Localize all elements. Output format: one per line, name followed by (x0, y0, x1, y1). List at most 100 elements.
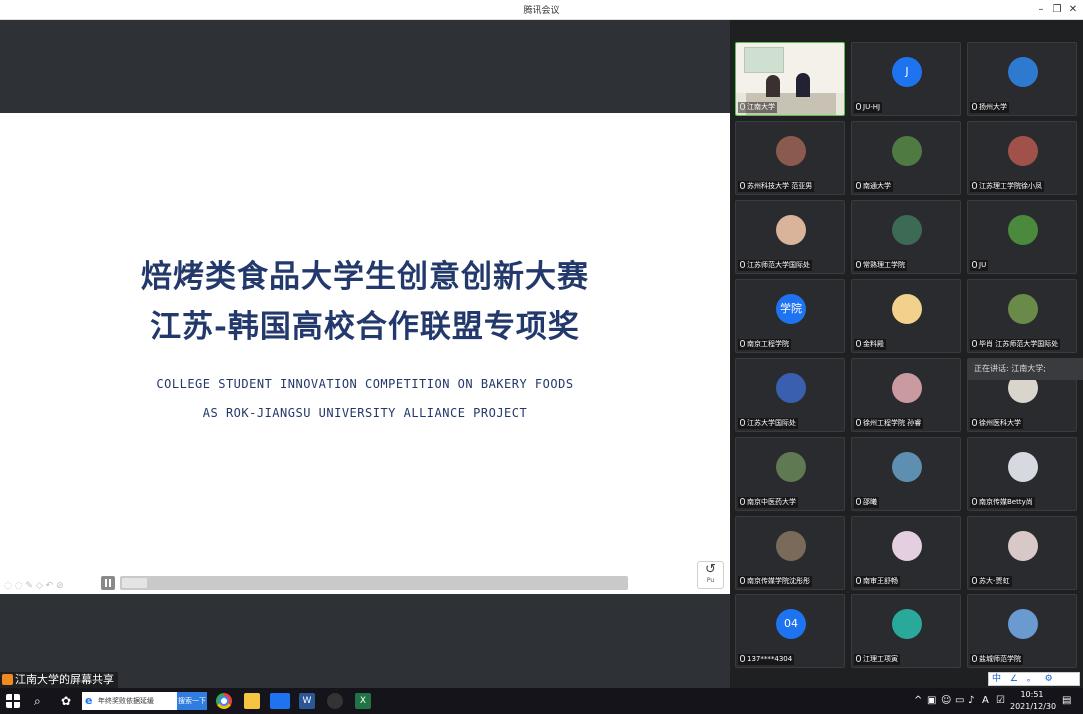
participant-name: 南京中医药大学 (738, 497, 798, 508)
participant-name: 苏州科技大学 范亚男 (738, 181, 815, 192)
participant-name: 金料殿 (854, 339, 886, 350)
participant-tile[interactable]: 南京传媒学院沈彤彤 (735, 516, 845, 590)
participant-tile[interactable]: 江理工项寅 (851, 594, 961, 668)
assistant-icon[interactable]: ✿ (61, 693, 77, 709)
participant-tile[interactable]: 04 137****4304 (735, 594, 845, 668)
action-flag-icon[interactable]: ☑ (996, 695, 1005, 706)
participant-avatar (1008, 136, 1038, 166)
participant-name-text: 南京工程学院 (747, 340, 789, 348)
participant-tile[interactable]: 南京传媒Betty尚 (967, 437, 1077, 511)
microphone-icon (740, 340, 745, 347)
start-icon[interactable] (6, 694, 20, 708)
file-explorer-icon[interactable] (244, 693, 260, 709)
participant-name-text: 江苏理工学院徐小凤 (979, 182, 1042, 190)
participant-tile[interactable]: J JU-HJ (851, 42, 961, 116)
annotation-toolbar-icon[interactable]: ◌ ◌ ✎ ◇ ↶ ⊘ (4, 581, 64, 591)
search-button[interactable]: 搜索一下 (177, 692, 207, 710)
participant-avatar (776, 215, 806, 245)
participant-avatar (892, 452, 922, 482)
microphone-icon (740, 182, 745, 189)
slide-title-line2: 江苏-韩国高校合作联盟专项奖 (150, 309, 580, 345)
participant-name: 江苏大学国际处 (738, 418, 798, 429)
notification-icon[interactable]: ▤ (1062, 695, 1071, 706)
slide-progress-bar[interactable] (120, 576, 628, 590)
slide-title-line1: 焙烤类食品大学生创意创新大赛 (141, 259, 589, 295)
slide-subtitle-line2: AS ROK-JIANGSU UNIVERSITY ALLIANCE PROJE… (202, 406, 528, 420)
shared-slide: 焙烤类食品大学生创意创新大赛 江苏-韩国高校合作联盟专项奖 COLLEGE ST… (0, 113, 730, 594)
participant-tile[interactable]: 南审王舒畅 (851, 516, 961, 590)
search-icon[interactable]: ⌕ (34, 693, 50, 709)
participant-name-text: 苏州科技大学 范亚男 (747, 182, 813, 190)
close-icon[interactable]: ✕ (1065, 2, 1081, 18)
network-icon[interactable]: ▭ (955, 695, 964, 706)
participant-avatar (1008, 57, 1038, 87)
ime-indicator[interactable]: A (982, 695, 989, 706)
participant-avatar: 04 (776, 609, 806, 639)
participant-tile[interactable]: 江苏大学国际处 (735, 358, 845, 432)
participant-name-text: 江理工项寅 (863, 655, 898, 663)
show-hidden-icons-icon[interactable]: ^ (914, 695, 922, 706)
tray-user-icon[interactable]: ☺ (941, 695, 951, 706)
participant-name-text: 南审王舒畅 (863, 577, 898, 585)
word-icon[interactable]: W (299, 693, 315, 709)
microphone-icon (972, 577, 977, 584)
participant-name: 盐城师范学院 (970, 654, 1023, 665)
participant-name-text: 苏大-贾虹 (979, 577, 1010, 585)
participant-tile[interactable]: 南京中医药大学 (735, 437, 845, 511)
tencent-meeting-icon[interactable] (270, 693, 290, 709)
microphone-icon (856, 261, 861, 268)
taskbar-clock[interactable]: 10:51 2021/12/30 (1010, 689, 1056, 713)
share-label-text: 江南大学的屏幕共享 (15, 673, 114, 686)
participant-avatar (892, 136, 922, 166)
participant-tile[interactable]: 毕肖 江苏师范大学国际处 (967, 279, 1077, 353)
microphone-icon (972, 655, 977, 662)
participant-avatar (1008, 452, 1038, 482)
participant-avatar (892, 609, 922, 639)
excel-icon[interactable]: X (355, 693, 371, 709)
participant-name-text: 南京传媒Betty尚 (979, 498, 1033, 506)
restore-icon[interactable]: ❐ (1049, 2, 1065, 18)
participant-tile[interactable]: 盐城师范学院 (967, 594, 1077, 668)
participant-tile[interactable]: 江苏师范大学国际处 (735, 200, 845, 274)
participant-tile[interactable]: 苏大-贾虹 (967, 516, 1077, 590)
return-button[interactable]: ↺ Pu (697, 561, 724, 589)
participant-tile[interactable]: JU (967, 200, 1077, 274)
participant-tile[interactable]: 南通大学 (851, 121, 961, 195)
screen-share-label: 江南大学的屏幕共享 (0, 672, 118, 688)
participant-name: 南京传媒学院沈彤彤 (738, 576, 812, 587)
minimize-icon[interactable]: – (1033, 2, 1049, 18)
participant-tile[interactable]: 江苏理工学院徐小凤 (967, 121, 1077, 195)
participant-name: 江苏师范大学国际处 (738, 260, 812, 271)
ime-toolbar[interactable]: 中 ∠ 。 ⚙ (988, 672, 1080, 686)
participant-name: 扬州大学 (970, 102, 1009, 113)
microphone-icon (856, 419, 861, 426)
ie-icon: e (85, 694, 93, 707)
microphone-icon (856, 498, 861, 505)
microphone-icon (856, 340, 861, 347)
tray-app-icon[interactable]: ▣ (927, 695, 936, 706)
participant-name: JU-HJ (854, 102, 883, 113)
participant-tile[interactable]: 常熟理工学院 (851, 200, 961, 274)
participant-name: 137****4304 (738, 654, 795, 665)
chrome-icon[interactable] (216, 693, 232, 709)
participant-name-text: 徐州工程学院 孙睿 (863, 419, 922, 427)
participant-tile[interactable]: 扬州大学 (967, 42, 1077, 116)
pause-icon[interactable] (101, 576, 115, 590)
participant-tile[interactable]: 邵曦 (851, 437, 961, 511)
volume-icon[interactable]: ♪ (968, 695, 974, 706)
taskbar-search-input[interactable]: e 年终奖败依据延缓 (82, 692, 177, 710)
microphone-icon (856, 103, 861, 110)
participant-tile[interactable]: 徐州工程学院 孙睿 (851, 358, 961, 432)
media-player-icon[interactable] (327, 693, 343, 709)
microphone-icon (740, 103, 745, 110)
participant-tile[interactable]: 金料殿 (851, 279, 961, 353)
participant-tile[interactable]: 苏州科技大学 范亚男 (735, 121, 845, 195)
participant-tile[interactable]: 江南大学 (735, 42, 845, 116)
participant-name-text: JU-HJ (863, 103, 881, 111)
participant-tile[interactable]: 学院 南京工程学院 (735, 279, 845, 353)
participant-name: 南京传媒Betty尚 (970, 497, 1035, 508)
participant-avatar: J (892, 57, 922, 87)
microphone-icon (972, 419, 977, 426)
participant-name: 邵曦 (854, 497, 879, 508)
participant-name: 南审王舒畅 (854, 576, 900, 587)
